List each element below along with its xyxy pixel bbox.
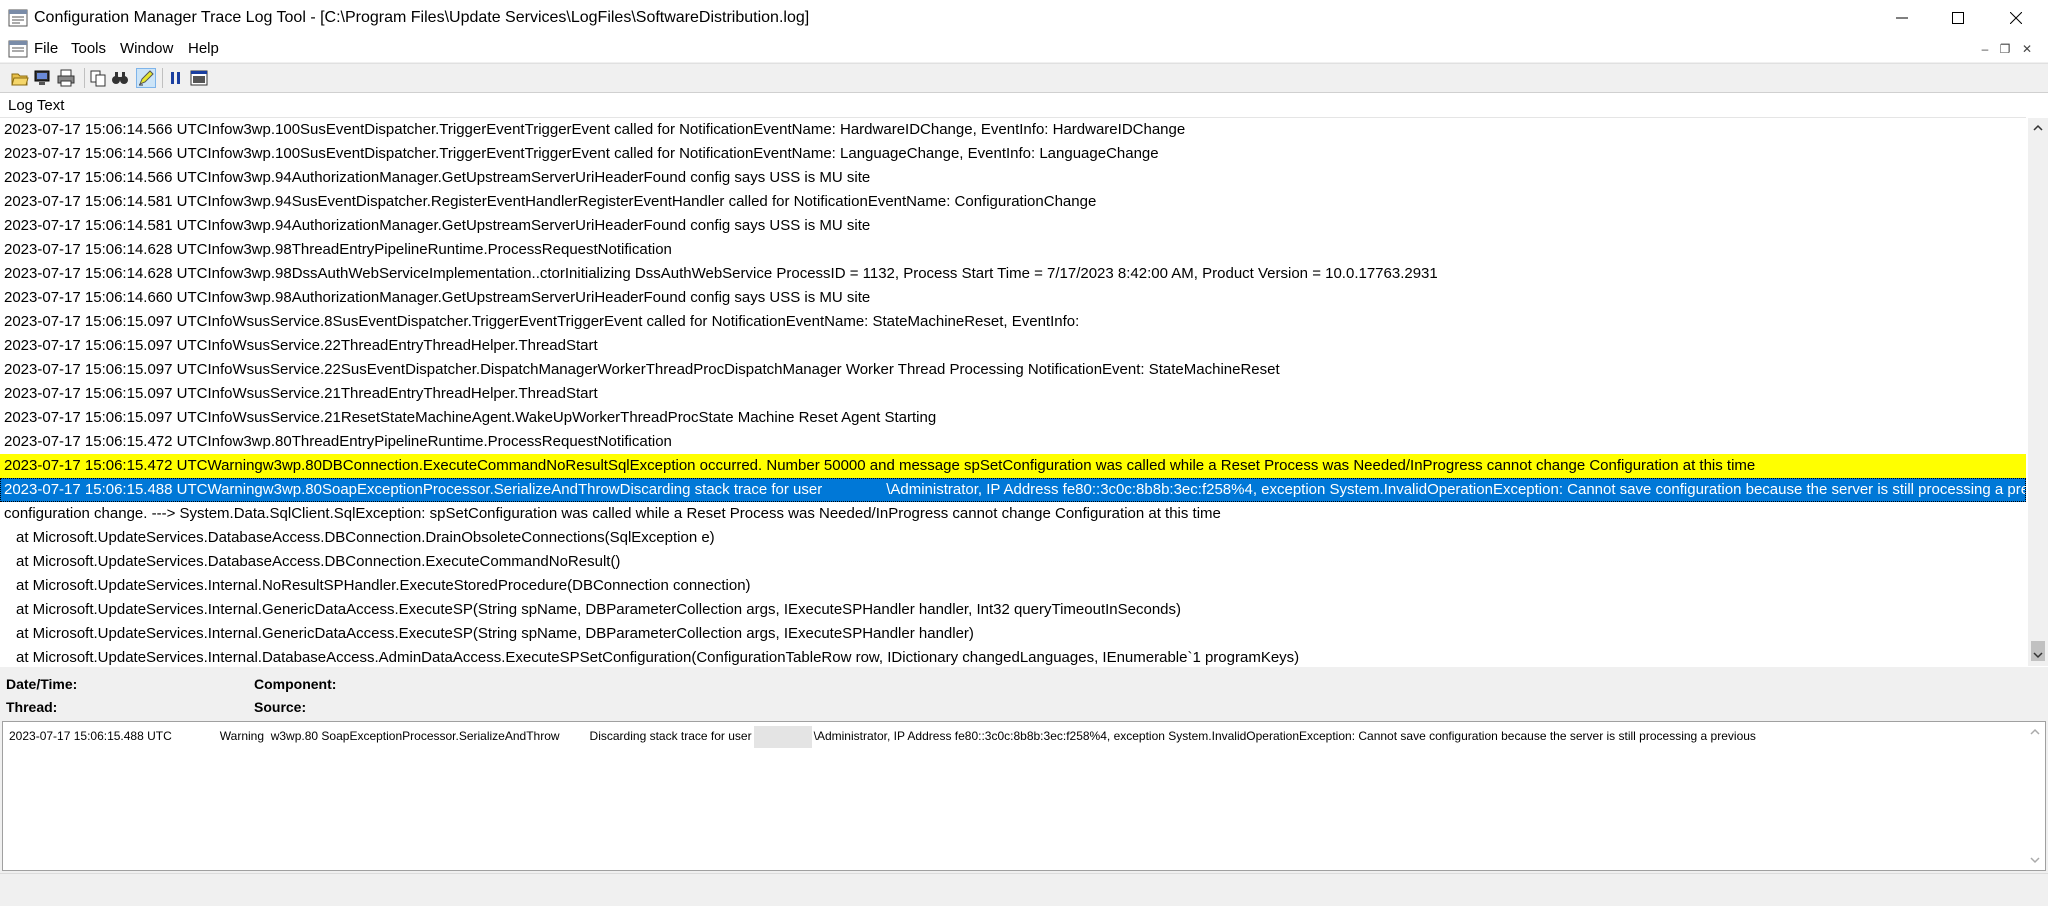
message-pane[interactable]: 2023-07-17 15:06:15.488 UTC Warning w3wp.… bbox=[2, 721, 2046, 871]
toolbar bbox=[0, 63, 2048, 92]
log-row-stacktrace[interactable]: at Microsoft.UpdateServices.DatabaseAcce… bbox=[0, 550, 2026, 574]
close-button[interactable] bbox=[1988, 0, 2044, 36]
find-icon bbox=[112, 72, 128, 84]
component-label: Component: bbox=[254, 676, 337, 692]
selected-row-text-end: \Administrator, IP Address fe80::3c0c:8b… bbox=[886, 481, 2026, 498]
log-row[interactable]: 2023-07-17 15:06:14.581 UTCInfow3wp.94Au… bbox=[0, 214, 2026, 238]
log-row-selected[interactable]: 2023-07-17 15:06:15.488 UTCWarningw3wp.8… bbox=[0, 478, 2026, 502]
message-component: SoapExceptionProcessor.SerializeAndThrow bbox=[321, 729, 560, 744]
log-text-header-label: Log Text bbox=[8, 97, 65, 114]
print-button[interactable] bbox=[56, 68, 76, 88]
log-row-stacktrace[interactable]: at Microsoft.UpdateServices.Internal.Gen… bbox=[0, 598, 2026, 622]
redacted-username bbox=[753, 726, 812, 748]
redacted-username bbox=[822, 481, 887, 500]
message-type: Warning bbox=[219, 729, 265, 744]
open-button[interactable] bbox=[10, 68, 30, 88]
error-lookup-icon bbox=[190, 70, 208, 86]
log-row[interactable]: 2023-07-17 15:06:14.660 UTCInfow3wp.98Au… bbox=[0, 286, 2026, 310]
log-vertical-scrollbar[interactable] bbox=[2028, 118, 2048, 666]
mdi-restore-icon: ❐ bbox=[1999, 42, 2011, 56]
copy-icon bbox=[90, 70, 106, 87]
message-text: 2023-07-17 15:06:15.488 UTC Warning w3wp.… bbox=[9, 726, 1756, 748]
open-on-server-icon bbox=[34, 70, 50, 85]
thread-label: Thread: bbox=[6, 699, 58, 715]
mdi-minimize-button[interactable]: – bbox=[1976, 40, 1994, 58]
toolbar-separator bbox=[84, 68, 85, 88]
log-row[interactable]: 2023-07-17 15:06:15.097 UTCInfoWsusServi… bbox=[0, 334, 2026, 358]
pause-icon bbox=[171, 72, 180, 84]
selected-row-text-start: 2023-07-17 15:06:15.488 UTCWarningw3wp.8… bbox=[4, 481, 823, 498]
log-row[interactable]: 2023-07-17 15:06:14.566 UTCInfow3wp.94Au… bbox=[0, 166, 2026, 190]
log-row[interactable]: 2023-07-17 15:06:15.097 UTCInfoWsusServi… bbox=[0, 310, 2026, 334]
log-row-stacktrace[interactable]: at Microsoft.UpdateServices.DatabaseAcce… bbox=[0, 526, 2026, 550]
mdi-document-icon[interactable] bbox=[8, 39, 28, 59]
close-icon bbox=[2010, 12, 2022, 24]
pause-button[interactable] bbox=[166, 68, 186, 88]
mdi-minimize-icon: – bbox=[1981, 42, 1989, 56]
menu-window[interactable]: Window bbox=[120, 40, 173, 57]
menu-help[interactable]: Help bbox=[188, 40, 219, 57]
toolbar-separator bbox=[162, 68, 163, 88]
log-text-column-header[interactable]: Log Text bbox=[0, 93, 2026, 118]
open-on-server-button[interactable] bbox=[32, 68, 52, 88]
find-button[interactable] bbox=[110, 68, 130, 88]
log-row-stacktrace[interactable]: at Microsoft.UpdateServices.Internal.NoR… bbox=[0, 574, 2026, 598]
datetime-label: Date/Time: bbox=[6, 676, 78, 692]
log-row[interactable]: 2023-07-17 15:06:14.566 UTCInfow3wp.100S… bbox=[0, 118, 2026, 142]
chevron-up-icon bbox=[2033, 124, 2043, 131]
title-bar[interactable]: Configuration Manager Trace Log Tool - [… bbox=[0, 0, 2048, 36]
log-row[interactable]: 2023-07-17 15:06:14.628 UTCInfow3wp.98Ds… bbox=[0, 262, 2026, 286]
chevron-down-icon bbox=[2033, 652, 2043, 659]
mdi-close-icon: ✕ bbox=[2021, 42, 2033, 56]
log-row[interactable]: 2023-07-17 15:06:14.566 UTCInfow3wp.100S… bbox=[0, 142, 2026, 166]
message-scroll-down-button[interactable] bbox=[2025, 850, 2045, 870]
details-panel: Date/Time: Component: Thread: Source: bbox=[0, 667, 2048, 719]
menu-file[interactable]: File bbox=[34, 40, 58, 57]
maximize-icon bbox=[1952, 12, 1964, 24]
window-title: Configuration Manager Trace Log Tool - [… bbox=[34, 9, 810, 26]
scroll-up-button[interactable] bbox=[2028, 118, 2048, 138]
chevron-down-icon bbox=[2030, 857, 2040, 864]
copy-button[interactable] bbox=[88, 68, 108, 88]
print-icon bbox=[57, 69, 75, 87]
log-row-warning[interactable]: 2023-07-17 15:06:15.472 UTCWarningw3wp.8… bbox=[0, 454, 2026, 478]
log-row-stacktrace[interactable]: at Microsoft.UpdateServices.Internal.Dat… bbox=[0, 646, 2026, 666]
log-row[interactable]: 2023-07-17 15:06:14.628 UTCInfow3wp.98Th… bbox=[0, 238, 2026, 262]
menu-tools[interactable]: Tools bbox=[71, 40, 106, 57]
log-pane[interactable]: Log Text 2023-07-17 15:06:14.566 UTCInfo… bbox=[0, 92, 2048, 668]
highlight-button[interactable] bbox=[136, 68, 156, 88]
log-row[interactable]: 2023-07-17 15:06:15.097 UTCInfoWsusServi… bbox=[0, 406, 2026, 430]
message-text-start: Discarding stack trace for user bbox=[589, 729, 752, 744]
open-icon bbox=[11, 73, 29, 86]
highlight-icon bbox=[139, 70, 154, 86]
mdi-restore-button[interactable]: ❐ bbox=[1996, 40, 2014, 58]
source-label: Source: bbox=[254, 699, 307, 715]
menu-bar: File Tools Window Help – ❐ ✕ bbox=[0, 36, 2048, 62]
message-text-end: \Administrator, IP Address fe80::3c0c:8b… bbox=[813, 729, 1756, 744]
chevron-up-icon bbox=[2030, 728, 2040, 735]
log-row[interactable]: 2023-07-17 15:06:15.097 UTCInfoWsusServi… bbox=[0, 358, 2026, 382]
error-lookup-button[interactable] bbox=[189, 68, 209, 88]
log-row-stacktrace[interactable]: at Microsoft.UpdateServices.Internal.Gen… bbox=[0, 622, 2026, 646]
log-row[interactable]: 2023-07-17 15:06:14.581 UTCInfow3wp.94Su… bbox=[0, 190, 2026, 214]
status-bar bbox=[0, 873, 2048, 906]
log-rows: 2023-07-17 15:06:14.566 UTCInfow3wp.100S… bbox=[0, 118, 2026, 666]
message-datetime: 2023-07-17 15:06:15.488 UTC bbox=[9, 729, 172, 744]
message-scroll-up-button[interactable] bbox=[2025, 722, 2045, 742]
log-row-continuation[interactable]: configuration change. ---> System.Data.S… bbox=[0, 502, 2026, 526]
message-vertical-scrollbar[interactable] bbox=[2025, 722, 2045, 870]
mdi-close-button[interactable]: ✕ bbox=[2018, 40, 2036, 58]
app-icon bbox=[8, 8, 28, 28]
log-row[interactable]: 2023-07-17 15:06:15.472 UTCInfow3wp.80Th… bbox=[0, 430, 2026, 454]
minimize-icon bbox=[1896, 17, 1908, 19]
message-thread: w3wp.80 bbox=[270, 729, 319, 744]
log-row[interactable]: 2023-07-17 15:06:15.097 UTCInfoWsusServi… bbox=[0, 382, 2026, 406]
minimize-button[interactable] bbox=[1874, 0, 1930, 36]
maximize-button[interactable] bbox=[1930, 0, 1986, 36]
scroll-down-button[interactable] bbox=[2028, 645, 2048, 665]
